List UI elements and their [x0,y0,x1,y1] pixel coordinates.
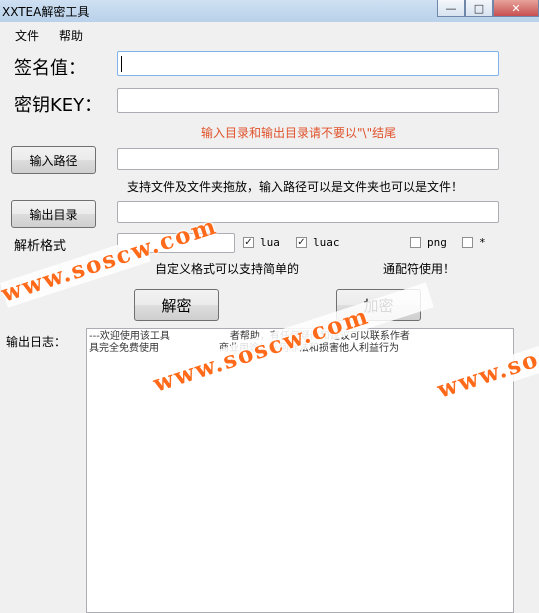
png-label: png [427,236,447,249]
custom-hint-start: 自定义格式可以支持简单的 [155,262,300,276]
output-dir-field[interactable] [117,201,499,223]
sign-input[interactable] [117,51,499,76]
any-checkbox[interactable] [462,237,473,248]
lua-checkbox[interactable]: ✓ [243,237,254,248]
path-warning: 输入目录和输出目录请不要以"\"结尾 [201,126,397,140]
sign-label: 签名值： [14,58,86,79]
close-button[interactable]: ✕ [493,0,539,17]
lua-label: lua [260,236,280,249]
key-input[interactable] [117,88,499,113]
window-title: XXTEA解密工具 [2,5,90,19]
key-label: 密钥KEY： [14,95,103,116]
any-label: * [479,236,486,249]
minimize-button[interactable]: — [437,0,465,17]
maximize-button[interactable]: □ [465,0,493,17]
luac-label: luac [313,236,340,249]
menu-help[interactable]: 帮助 [59,27,83,44]
window-controls: — □ ✕ [437,0,539,18]
png-checkbox[interactable] [410,237,421,248]
custom-hint-end: 通配符使用！ [383,262,456,276]
format-label: 解析格式 [14,239,67,254]
input-path-button[interactable]: 输入路径 [11,146,96,174]
log-label: 输出日志： [6,335,67,349]
output-dir-button[interactable]: 输出目录 [11,200,96,228]
title-bar: XXTEA解密工具 — □ ✕ [0,0,539,22]
decrypt-button[interactable]: 解密 [134,289,219,321]
drag-hint: 支持文件及文件夹拖放，输入路径可以是文件夹也可以是文件！ [127,180,464,194]
input-path-field[interactable] [117,148,499,170]
text-caret [121,56,122,72]
menu-file[interactable]: 文件 [15,27,39,44]
luac-checkbox[interactable]: ✓ [296,237,307,248]
menu-bar: 文件 帮助 [0,22,539,46]
